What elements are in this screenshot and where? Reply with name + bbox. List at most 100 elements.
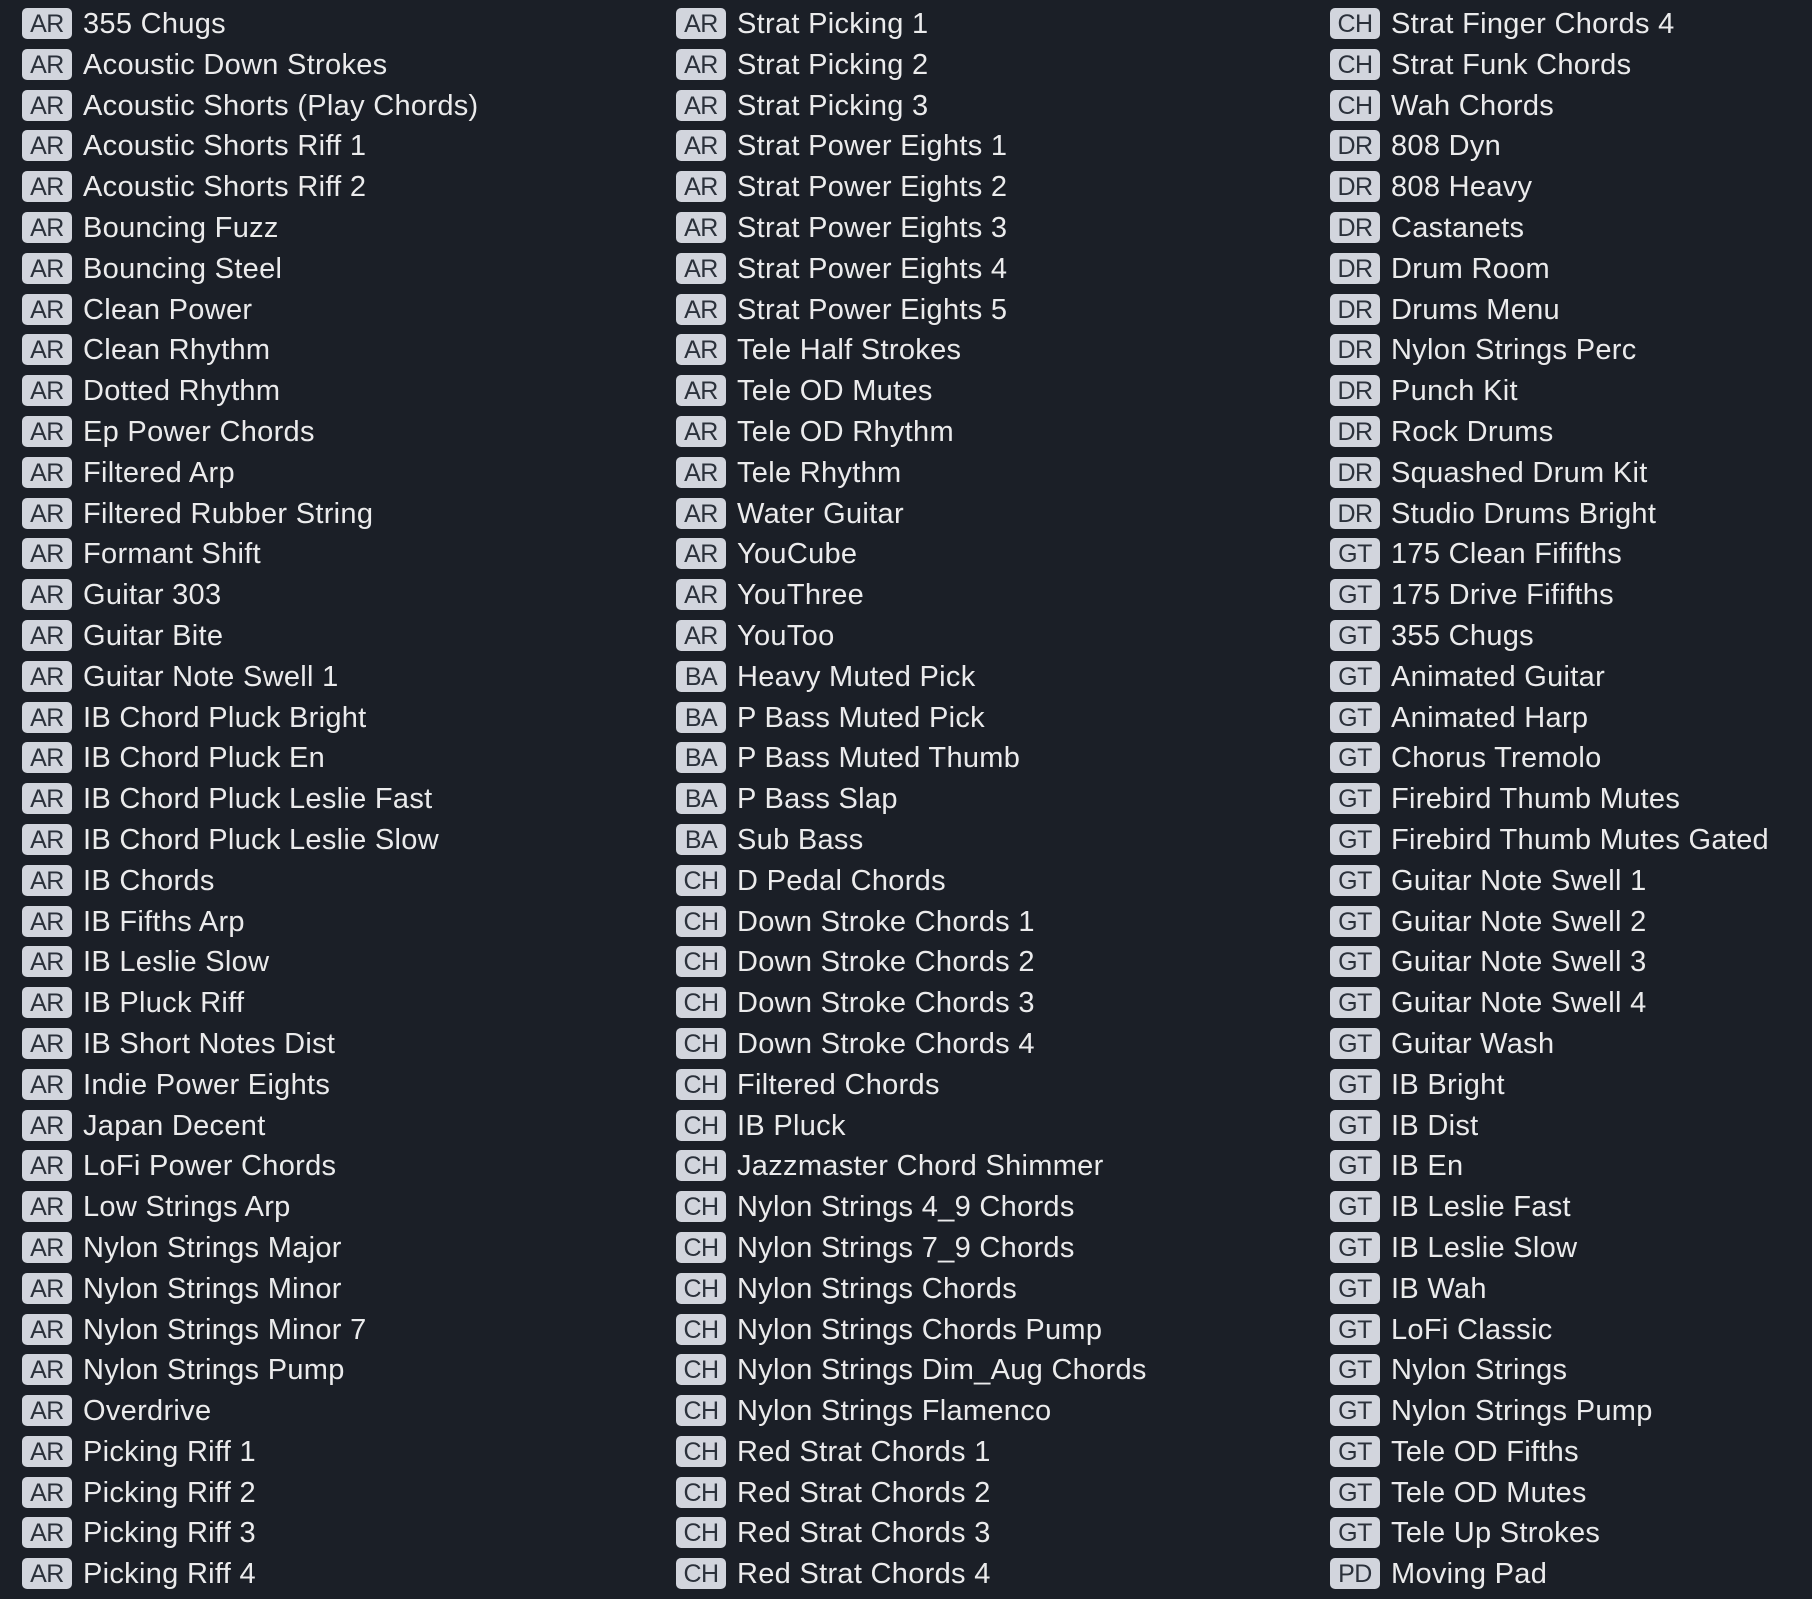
- preset-list-item[interactable]: GT Tele OD Fifths: [1330, 1435, 1769, 1477]
- preset-list-item[interactable]: AR Japan Decent: [22, 1109, 479, 1151]
- preset-list-item[interactable]: CH Red Strat Chords 2: [676, 1476, 1147, 1518]
- preset-list-item[interactable]: AR Bouncing Steel: [22, 252, 479, 294]
- preset-list-item[interactable]: DR Castanets: [1330, 211, 1769, 253]
- preset-list-item[interactable]: AR Tele Half Strokes: [676, 334, 1147, 375]
- preset-list-item[interactable]: AR Nylon Strings Major: [22, 1231, 479, 1273]
- preset-list-item[interactable]: AR LoFi Power Chords: [22, 1150, 479, 1191]
- preset-list-item[interactable]: GT IB En: [1330, 1150, 1769, 1191]
- preset-list-item[interactable]: AR Picking Riff 4: [22, 1558, 479, 1599]
- preset-list-item[interactable]: DR Squashed Drum Kit: [1330, 456, 1769, 498]
- preset-list-item[interactable]: AR Tele OD Mutes: [676, 375, 1147, 416]
- preset-list-item[interactable]: AR Bouncing Fuzz: [22, 211, 479, 253]
- preset-list-item[interactable]: CH Down Stroke Chords 2: [676, 946, 1147, 987]
- preset-list-item[interactable]: PD Moving Pad: [1330, 1558, 1769, 1599]
- preset-list-item[interactable]: AR Filtered Rubber String: [22, 497, 479, 539]
- preset-list-item[interactable]: GT Firebird Thumb Mutes: [1330, 783, 1769, 824]
- preset-list-item[interactable]: AR IB Chord Pluck En: [22, 742, 479, 783]
- preset-list-item[interactable]: CH Nylon Strings 7_9 Chords: [676, 1231, 1147, 1273]
- preset-list-item[interactable]: AR Guitar Note Swell 1: [22, 660, 479, 702]
- preset-list-item[interactable]: AR Acoustic Down Strokes: [22, 48, 479, 90]
- preset-list-item[interactable]: GT IB Leslie Slow: [1330, 1231, 1769, 1273]
- preset-list-item[interactable]: AR Overdrive: [22, 1395, 479, 1436]
- preset-list-item[interactable]: AR 355 Chugs: [22, 8, 479, 49]
- preset-list-item[interactable]: GT Chorus Tremolo: [1330, 742, 1769, 783]
- preset-list-item[interactable]: GT Nylon Strings: [1330, 1354, 1769, 1395]
- preset-list-item[interactable]: BA P Bass Muted Pick: [676, 701, 1147, 743]
- preset-list-item[interactable]: AR IB Chords: [22, 864, 479, 906]
- preset-list-item[interactable]: AR Tele Rhythm: [676, 456, 1147, 498]
- preset-list-item[interactable]: CH Red Strat Chords 4: [676, 1558, 1147, 1599]
- preset-list-item[interactable]: GT Tele OD Mutes: [1330, 1476, 1769, 1518]
- preset-list-item[interactable]: AR IB Chord Pluck Leslie Slow: [22, 823, 479, 865]
- preset-list-item[interactable]: AR Picking Riff 3: [22, 1517, 479, 1558]
- preset-list-item[interactable]: BA P Bass Slap: [676, 783, 1147, 824]
- preset-list-item[interactable]: AR Ep Power Chords: [22, 415, 479, 457]
- preset-list-item[interactable]: AR Strat Power Eights 1: [676, 130, 1147, 171]
- preset-list-item[interactable]: AR Clean Power: [22, 293, 479, 335]
- preset-list-item[interactable]: GT Guitar Note Swell 3: [1330, 946, 1769, 987]
- preset-list-item[interactable]: AR Formant Shift: [22, 538, 479, 579]
- preset-list-item[interactable]: GT Tele Up Strokes: [1330, 1517, 1769, 1558]
- preset-list-item[interactable]: GT Animated Harp: [1330, 701, 1769, 743]
- preset-list-item[interactable]: AR Water Guitar: [676, 497, 1147, 539]
- preset-list-item[interactable]: AR Tele OD Rhythm: [676, 415, 1147, 457]
- preset-list-item[interactable]: AR IB Leslie Slow: [22, 946, 479, 987]
- preset-list-item[interactable]: AR IB Pluck Riff: [22, 987, 479, 1028]
- preset-list-item[interactable]: AR Acoustic Shorts (Play Chords): [22, 89, 479, 131]
- preset-list-item[interactable]: CH Down Stroke Chords 4: [676, 1027, 1147, 1069]
- preset-list-item[interactable]: GT 175 Clean Fififths: [1330, 538, 1769, 579]
- preset-list-item[interactable]: CH Nylon Strings Dim_Aug Chords: [676, 1354, 1147, 1395]
- preset-list-item[interactable]: CH D Pedal Chords: [676, 864, 1147, 906]
- preset-list-item[interactable]: CH Down Stroke Chords 3: [676, 987, 1147, 1028]
- preset-list-item[interactable]: BA P Bass Muted Thumb: [676, 742, 1147, 783]
- preset-list-item[interactable]: CH Nylon Strings Flamenco: [676, 1395, 1147, 1436]
- preset-list-item[interactable]: DR Studio Drums Bright: [1330, 497, 1769, 539]
- preset-list-item[interactable]: AR Clean Rhythm: [22, 334, 479, 375]
- preset-list-item[interactable]: GT IB Dist: [1330, 1109, 1769, 1151]
- preset-list-item[interactable]: AR Nylon Strings Minor 7: [22, 1313, 479, 1355]
- preset-list-item[interactable]: DR 808 Heavy: [1330, 171, 1769, 212]
- preset-list-item[interactable]: AR IB Chord Pluck Bright: [22, 701, 479, 743]
- preset-list-item[interactable]: AR IB Short Notes Dist: [22, 1027, 479, 1069]
- preset-list-item[interactable]: DR Nylon Strings Perc: [1330, 334, 1769, 375]
- preset-list-item[interactable]: AR IB Chord Pluck Leslie Fast: [22, 783, 479, 824]
- preset-list-item[interactable]: AR Acoustic Shorts Riff 1: [22, 130, 479, 171]
- preset-list-item[interactable]: AR Low Strings Arp: [22, 1191, 479, 1232]
- preset-list-item[interactable]: BA Heavy Muted Pick: [676, 660, 1147, 702]
- preset-list-item[interactable]: AR YouThree: [676, 579, 1147, 620]
- preset-list-item[interactable]: GT LoFi Classic: [1330, 1313, 1769, 1355]
- preset-list-item[interactable]: CH Strat Finger Chords 4: [1330, 8, 1769, 49]
- preset-list-item[interactable]: GT Guitar Wash: [1330, 1027, 1769, 1069]
- preset-list-item[interactable]: AR IB Fifths Arp: [22, 905, 479, 947]
- preset-list-item[interactable]: AR Guitar Bite: [22, 619, 479, 661]
- preset-list-item[interactable]: AR Strat Picking 2: [676, 48, 1147, 90]
- preset-list-item[interactable]: CH Nylon Strings 4_9 Chords: [676, 1191, 1147, 1232]
- preset-list-item[interactable]: CH Down Stroke Chords 1: [676, 905, 1147, 947]
- preset-list-item[interactable]: GT Animated Guitar: [1330, 660, 1769, 702]
- preset-list-item[interactable]: CH Nylon Strings Chords Pump: [676, 1313, 1147, 1355]
- preset-list-item[interactable]: DR Drum Room: [1330, 252, 1769, 294]
- preset-list-item[interactable]: CH Filtered Chords: [676, 1068, 1147, 1110]
- preset-list-item[interactable]: CH Nylon Strings Chords: [676, 1272, 1147, 1314]
- preset-list-item[interactable]: GT Nylon Strings Pump: [1330, 1395, 1769, 1436]
- preset-list-item[interactable]: CH Red Strat Chords 3: [676, 1517, 1147, 1558]
- preset-list-item[interactable]: AR Acoustic Shorts Riff 2: [22, 171, 479, 212]
- preset-list-item[interactable]: AR Nylon Strings Minor: [22, 1272, 479, 1314]
- preset-list-item[interactable]: AR Picking Riff 2: [22, 1476, 479, 1518]
- preset-list-item[interactable]: CH Jazzmaster Chord Shimmer: [676, 1150, 1147, 1191]
- preset-list-item[interactable]: GT Guitar Note Swell 2: [1330, 905, 1769, 947]
- preset-list-item[interactable]: CH IB Pluck: [676, 1109, 1147, 1151]
- preset-list-item[interactable]: GT IB Bright: [1330, 1068, 1769, 1110]
- preset-list-item[interactable]: AR Strat Power Eights 2: [676, 171, 1147, 212]
- preset-list-item[interactable]: GT Guitar Note Swell 4: [1330, 987, 1769, 1028]
- preset-list-item[interactable]: DR Drums Menu: [1330, 293, 1769, 335]
- preset-list-item[interactable]: AR Strat Picking 1: [676, 8, 1147, 49]
- preset-list-item[interactable]: CH Red Strat Chords 1: [676, 1435, 1147, 1477]
- preset-list-item[interactable]: DR Rock Drums: [1330, 415, 1769, 457]
- preset-list-item[interactable]: GT 175 Drive Fififths: [1330, 579, 1769, 620]
- preset-list-item[interactable]: AR Indie Power Eights: [22, 1068, 479, 1110]
- preset-list-item[interactable]: GT IB Wah: [1330, 1272, 1769, 1314]
- preset-list-item[interactable]: AR Nylon Strings Pump: [22, 1354, 479, 1395]
- preset-list-item[interactable]: CH Strat Funk Chords: [1330, 48, 1769, 90]
- preset-list-item[interactable]: AR Picking Riff 1: [22, 1435, 479, 1477]
